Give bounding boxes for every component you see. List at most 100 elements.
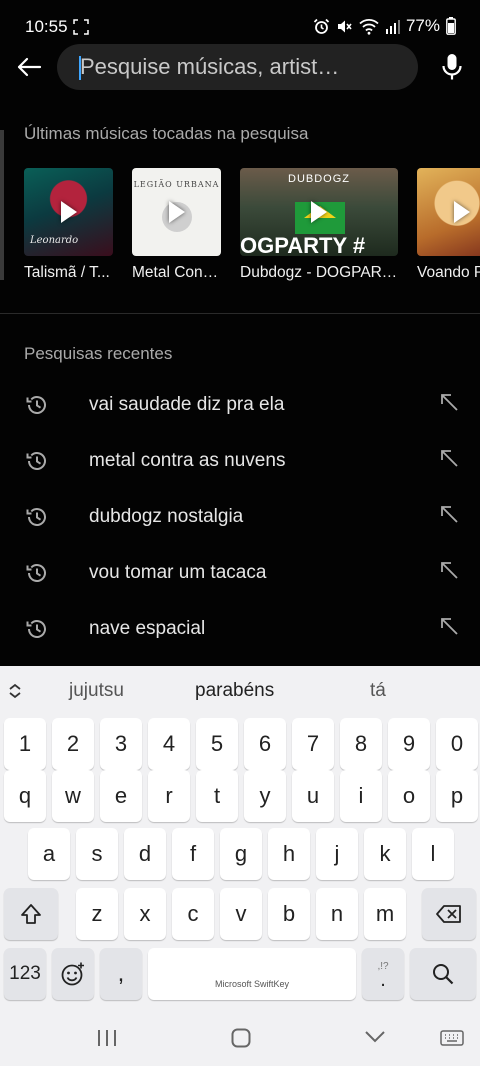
suggestion-word[interactable]: tá [370,680,386,702]
letter-key[interactable]: u [292,770,334,822]
number-key[interactable]: 2 [52,718,94,770]
letter-key[interactable]: c [172,888,214,940]
letter-key[interactable]: z [76,888,118,940]
recent-searches-title: Pesquisas recentes [24,344,173,363]
song-thumbnail[interactable]: LEGIÃO URBANA [132,168,221,256]
history-icon [26,452,46,470]
letter-key[interactable]: j [316,828,358,880]
numbers-key[interactable]: 123 [4,948,46,1000]
letter-key[interactable]: x [124,888,166,940]
letter-key[interactable]: w [52,770,94,822]
recent-search-item[interactable]: nave espacial [0,602,480,658]
status-bar: 10:55 77% [0,0,480,40]
letter-key[interactable]: t [196,770,238,822]
letter-key[interactable]: k [364,828,406,880]
song-thumbnail[interactable]: Leonardo [24,168,113,256]
shift-key[interactable] [4,888,58,940]
play-icon [311,201,327,223]
song-caption: Talismã / T... [24,264,110,281]
period-key[interactable]: ,!? . [362,948,404,1000]
insert-query-arrow-icon[interactable] [438,615,460,637]
recent-song-card[interactable]: DUBDOGZ OGPARTY # Dubdogz - DOGPART... [240,168,398,282]
letter-key[interactable]: y [244,770,286,822]
space-key[interactable]: Microsoft SwiftKey [148,948,356,1000]
letter-key[interactable]: o [388,770,430,822]
emoji-key[interactable] [52,948,94,1000]
letter-key[interactable]: l [412,828,454,880]
letter-key[interactable]: n [316,888,358,940]
letter-key[interactable]: r [148,770,190,822]
letter-key[interactable]: e [100,770,142,822]
recent-search-text: metal contra as nuvens [89,450,286,471]
letter-key[interactable]: m [364,888,406,940]
number-key[interactable]: 7 [292,718,334,770]
number-key[interactable]: 8 [340,718,382,770]
insert-query-arrow-icon[interactable] [438,447,460,469]
letter-key[interactable]: g [220,828,262,880]
search-box[interactable] [57,44,418,90]
backspace-key[interactable] [422,888,476,940]
recent-search-text: nave espacial [89,618,206,639]
recent-song-card[interactable]: Leonardo Talismã / T... [24,168,114,282]
thumbnail-text: Leonardo [30,235,79,246]
insert-query-arrow-icon[interactable] [438,559,460,581]
history-icon [26,508,46,526]
recent-song-card[interactable]: LEGIÃO URBANA Metal Contr... [132,168,222,282]
number-key[interactable]: 4 [148,718,190,770]
letter-key[interactable]: b [268,888,310,940]
search-key[interactable] [410,948,476,1000]
number-key[interactable]: 9 [388,718,430,770]
back-arrow-icon[interactable] [14,52,44,82]
play-icon [453,201,470,223]
play-icon [168,201,185,223]
hide-keyboard-icon[interactable] [364,1030,386,1044]
recent-apps-icon[interactable] [96,1028,118,1048]
thumbnail-text: DUBDOGZ [288,173,350,185]
suggestion-word[interactable]: jujutsu [69,680,124,702]
song-thumbnail[interactable] [417,168,480,256]
search-input[interactable] [80,44,405,90]
letter-key[interactable]: d [124,828,166,880]
status-time: 10:55 [25,17,68,36]
recent-search-item[interactable]: dubdogz nostalgia [0,490,480,546]
number-key[interactable]: 0 [436,718,478,770]
letter-key[interactable]: f [172,828,214,880]
status-icons: 77% [313,15,456,37]
search-icon [433,964,454,985]
letter-key[interactable]: p [436,770,478,822]
system-nav-bar [0,1004,480,1066]
song-caption: Voando P [417,264,480,281]
letter-key[interactable]: s [76,828,118,880]
home-icon[interactable] [230,1027,252,1049]
insert-query-arrow-icon[interactable] [438,503,460,525]
recent-search-item[interactable]: vou tomar um tacaca [0,546,480,602]
recent-search-item[interactable]: vai saudade diz pra ela [0,378,480,434]
letter-key[interactable]: h [268,828,310,880]
letter-key[interactable]: v [220,888,262,940]
letter-key[interactable]: q [4,770,46,822]
recent-search-text: vou tomar um tacaca [89,562,267,583]
number-key[interactable]: 5 [196,718,238,770]
backspace-icon [436,905,461,923]
recent-search-text: vai saudade diz pra ela [89,394,285,415]
period-label: . [380,968,386,991]
recent-song-card[interactable]: Voando P [417,168,480,282]
battery-percent: 77% [405,16,440,35]
recent-search-item[interactable]: metal contra as nuvens [0,434,480,490]
thumbnail-text: OGPARTY # [240,233,366,256]
keyboard-switch-icon[interactable] [440,1030,464,1046]
comma-key[interactable]: , [100,948,142,1000]
scroll-edge-indicator [0,130,4,280]
number-key[interactable]: 6 [244,718,286,770]
letter-key[interactable]: i [340,770,382,822]
suggestion-word[interactable]: parabéns [195,680,274,702]
expand-toolbar-icon[interactable] [6,682,24,700]
letter-key[interactable]: a [28,828,70,880]
number-key[interactable]: 1 [4,718,46,770]
microphone-icon[interactable] [438,52,466,82]
number-key[interactable]: 3 [100,718,142,770]
song-caption: Metal Contr... [132,264,222,281]
recently-played-carousel[interactable]: Leonardo Talismã / T... LEGIÃO URBANA Me… [24,168,480,288]
insert-query-arrow-icon[interactable] [438,391,460,413]
song-thumbnail[interactable]: DUBDOGZ OGPARTY # [240,168,398,256]
